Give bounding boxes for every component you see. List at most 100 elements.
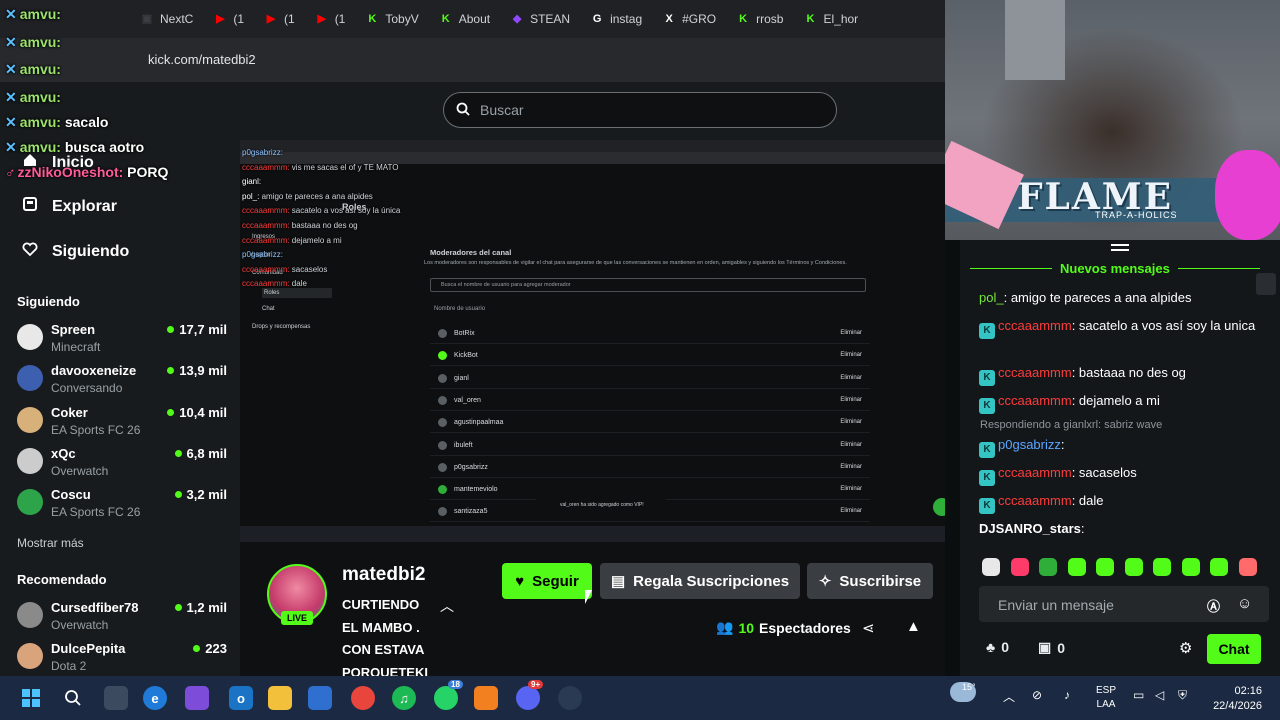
chat-username[interactable]: cccaaammm [998,365,1072,380]
url-text[interactable]: kick.com/matedbi2 [148,52,256,67]
taskbar-search-icon[interactable] [61,686,85,710]
chat-username[interactable]: cccaaammm [998,393,1072,408]
emote-icon[interactable] [1096,558,1114,576]
chat-input[interactable]: Enviar un mensaje Ⓐ ☺ [979,586,1269,622]
translate-icon[interactable]: Ⓐ [1207,596,1220,615]
search-input[interactable]: Buscar [443,92,837,128]
rec-channel[interactable]: Cursedfiber78 Overwatch 1,2 mil [17,598,227,638]
emote-icon[interactable] [1010,558,1029,576]
inner-chat-text: dale [291,279,307,289]
emote-icon[interactable] [1210,558,1228,576]
task-view-icon[interactable] [104,686,128,710]
display-icon[interactable]: ▭ [1133,688,1144,702]
channel-category: Overwatch [51,618,109,632]
browser-tab[interactable]: Ginstag [580,0,652,38]
mod-row: agustinpaalmaa Eliminar [430,413,870,434]
following-channel[interactable]: Coker EA Sports FC 26 10,4 mil [17,403,227,443]
badge-icon: ♂ [5,164,16,181]
browser-tab[interactable]: X #GRO [652,0,726,38]
menu-icon[interactable] [1111,242,1129,261]
browser-tab[interactable]: K TobyV [355,0,428,38]
google-icon: G [592,13,602,25]
stream-video[interactable]: Roles Ingresos Logros Comunidad Roles Chat Dr… [240,140,945,542]
copilot-icon[interactable] [185,686,209,710]
edge-icon[interactable]: e [143,686,167,710]
following-channel[interactable]: xQc Overwatch 6,8 mil [17,444,227,484]
inner-chat-text: dejamelo a mi [291,235,342,245]
chat-username[interactable]: pol_ [979,290,1004,305]
settings-gear-icon[interactable]: ⚙ [1179,639,1192,657]
report-icon[interactable]: ▲ [906,618,921,635]
mod-avatar [438,485,447,495]
browser-tab[interactable]: ▶ (1 [203,0,254,38]
mod-row: val_oren Eliminar [430,391,870,411]
discord-icon[interactable]: 9+ [516,680,544,710]
browser-tab[interactable]: ◆ STEAN [500,0,580,38]
emote-icon[interactable] [1238,558,1257,576]
browser-tab[interactable]: K About [429,0,500,38]
chat-message: Kcccaaammm: dejamelo a mi [979,391,1269,414]
browser-tab[interactable]: ▶ (1 [254,0,305,38]
battery-icon[interactable]: ⛨ [1178,688,1187,703]
stream-title-line: CON ESTAVA [342,642,425,657]
gift-subs-button[interactable]: ▤ Regala Suscripciones [600,563,800,599]
points-counter[interactable]: ♣ 0 [986,639,1009,655]
inner-chat-line: p0gsabrizz: [242,250,283,259]
share-icon[interactable]: ⋖ [862,619,875,637]
spotify-icon[interactable]: ♫ [392,686,416,710]
chat-send-button[interactable]: Chat [1207,634,1261,664]
nav-explorar[interactable]: Explorar [22,196,117,217]
dash-col-header: Nombre de usuario [434,306,486,312]
show-more-link[interactable]: Mostrar más [17,536,84,550]
subscribe-button[interactable]: ✧ Suscribirse [807,563,933,599]
network-icon[interactable]: ⊘ [1032,688,1042,702]
emote-icon[interactable] [1124,558,1143,576]
channel-avatar [17,447,43,474]
outlook-icon[interactable]: o [229,686,253,710]
emote-icon[interactable] [1181,558,1200,576]
kick-icon: K [368,13,377,25]
volume-icon[interactable]: ◁ [1155,688,1164,702]
emote-icon[interactable] [982,558,1000,576]
emote-icon[interactable] [1067,558,1086,576]
store-app-icon[interactable] [308,686,332,710]
chat-username[interactable]: cccaaammm [998,493,1072,508]
obs-icon[interactable] [558,686,582,710]
clock[interactable]: 02:16 22/4/2026 [1202,684,1262,714]
following-channel[interactable]: Coscu EA Sports FC 26 3,2 mil [17,485,227,525]
rec-channel[interactable]: DulcePepita Dota 2 223 [17,639,227,679]
emote-icon[interactable] [1039,558,1057,576]
mod-name: mantemeviolo [454,486,498,494]
microphone-icon[interactable]: ♪ [1064,688,1070,702]
windows-start-icon[interactable] [19,686,43,710]
browser-address-bar[interactable]: kick.com/matedbi2 [0,38,945,82]
follow-button[interactable]: ♥ Seguir [502,563,592,599]
channel-category: EA Sports FC 26 [51,505,141,519]
browser-tab-label: El_hor [823,12,859,26]
chevron-up-icon[interactable]: ︿ [440,596,454,616]
cloud-app-icon[interactable] [474,686,498,710]
following-channel[interactable]: davooxeneize Conversando 13,9 mil [17,361,227,401]
chevron-up-icon[interactable]: ︿ [1003,688,1015,705]
nav-siguiendo[interactable]: Siguiendo [22,241,129,262]
chat-username[interactable]: cccaaammm [998,318,1072,333]
whatsapp-icon[interactable]: 18 [434,680,463,710]
chat-username[interactable]: DJSANRO_stars [979,521,1081,536]
browser-tab[interactable]: ▶ (1 [305,0,356,38]
chat-username[interactable]: p0gsabrizz [998,437,1061,452]
mod-remove-button: Eliminar [840,419,862,426]
store-counter[interactable]: ▣ 0 [1038,639,1065,656]
dash-side-item: Roles [262,288,332,298]
browser-tab[interactable]: Krrosb [726,0,793,38]
kick-icon: K [806,13,815,25]
emoji-icon[interactable]: ☺ [1237,595,1252,612]
browser-tab[interactable]: K El_hor [793,0,868,38]
chat-username[interactable]: cccaaammm [998,465,1072,480]
language-indicator[interactable]: ESP LAA [1096,684,1116,712]
channel-name[interactable]: matedbi2 [342,564,425,586]
file-explorer-icon[interactable] [268,686,292,710]
following-channel[interactable]: Spreen Minecraft 17,7 mil [17,320,227,360]
chrome-icon[interactable] [351,686,375,710]
emote-icon[interactable] [1153,558,1171,576]
chat-colon: : [1071,493,1079,508]
